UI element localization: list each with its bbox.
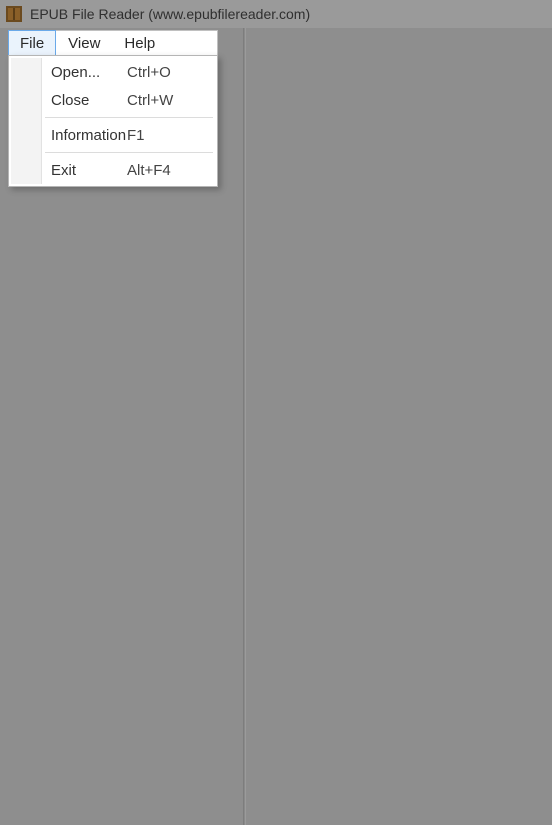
menu-item-label: Information — [51, 127, 126, 144]
menu-item-label: Exit — [51, 162, 76, 179]
menu-item-label: Close — [51, 92, 89, 109]
file-menu-close[interactable]: Close Ctrl+W — [11, 86, 215, 114]
menu-item-shortcut: Ctrl+O — [127, 64, 171, 81]
file-menu-open[interactable]: Open... Ctrl+O — [11, 58, 215, 86]
menu-bar: File View Help — [8, 30, 218, 56]
menu-item-label: Open... — [51, 64, 100, 81]
menu-help[interactable]: Help — [112, 31, 167, 55]
file-menu-exit[interactable]: Exit Alt+F4 — [11, 156, 215, 184]
app-icon — [6, 6, 22, 22]
menu-separator — [45, 152, 213, 153]
title-bar: EPUB File Reader (www.epubfilereader.com… — [0, 0, 552, 28]
file-menu-dropdown: Open... Ctrl+O Close Ctrl+W Information … — [8, 55, 218, 187]
menu-item-shortcut: F1 — [127, 127, 145, 144]
menu-separator — [45, 117, 213, 118]
window-title: EPUB File Reader (www.epubfilereader.com… — [30, 0, 310, 28]
right-pane — [246, 28, 552, 825]
menu-file[interactable]: File — [8, 30, 56, 56]
menu-view[interactable]: View — [56, 31, 112, 55]
file-menu-information[interactable]: Information F1 — [11, 121, 215, 149]
menu-item-shortcut: Ctrl+W — [127, 92, 173, 109]
menu-item-shortcut: Alt+F4 — [127, 162, 171, 179]
